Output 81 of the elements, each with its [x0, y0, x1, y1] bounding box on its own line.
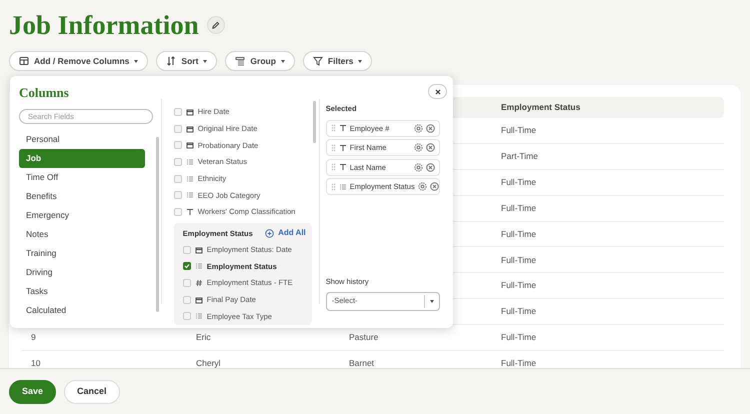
- edit-button[interactable]: [206, 16, 225, 34]
- table-cell-text: Pasture: [348, 331, 380, 344]
- calendar-icon: [186, 108, 194, 116]
- category-item[interactable]: Driving: [19, 262, 145, 282]
- save-button[interactable]: Save: [9, 380, 56, 404]
- table-cell-text: Full-Time: [500, 124, 538, 137]
- text-type-icon: [338, 124, 347, 132]
- pencil-icon: [211, 20, 220, 30]
- table-cell-text: Full-Time: [500, 254, 538, 266]
- remove-icon: [426, 124, 435, 133]
- list-icon: [194, 262, 203, 270]
- toolbar-button[interactable]: Sort: [156, 51, 218, 71]
- table-cell-text: Cheryl: [195, 357, 222, 368]
- gear-icon: [418, 182, 427, 192]
- calendar-icon: [186, 141, 194, 150]
- text-type-icon: [338, 163, 347, 172]
- table-cell-text: Full-Time: [500, 305, 538, 318]
- table-cell-text: Full-Time: [500, 228, 538, 240]
- text-type-icon: [338, 144, 347, 152]
- calendar-icon: [194, 296, 203, 304]
- drag-handle-icon: [330, 163, 336, 172]
- columns-icon: [19, 56, 29, 66]
- category-item[interactable]: Tasks: [19, 282, 145, 300]
- filter-icon: [312, 56, 323, 66]
- caret-icon: [358, 60, 362, 62]
- list-icon: [338, 182, 347, 191]
- checkbox[interactable]: [182, 262, 191, 270]
- calendar-icon: [186, 124, 194, 133]
- gear-icon: [414, 162, 423, 172]
- gear-icon: [414, 124, 423, 133]
- text-type-icon: [186, 208, 194, 216]
- toolbar-button[interactable]: Group: [225, 51, 295, 71]
- table-cell-text: Full-Time: [500, 331, 538, 344]
- table-cell-text: Full-Time: [500, 176, 538, 189]
- caret-icon: [280, 60, 285, 62]
- popup-title: Columns: [19, 85, 69, 101]
- table-cell-text: Full-Time: [500, 357, 538, 368]
- drag-handle-icon: [330, 144, 336, 152]
- close-icon: [434, 88, 440, 94]
- drag-handle-icon: [330, 182, 336, 191]
- scrollbar[interactable]: [312, 100, 316, 142]
- category-item[interactable]: Time Off: [19, 168, 145, 186]
- scrollbar[interactable]: [156, 136, 159, 312]
- remove-icon: [430, 182, 439, 192]
- table-cell-text: 9: [30, 331, 37, 344]
- caret-icon: [430, 300, 434, 302]
- caret-icon: [203, 60, 208, 62]
- calendar-icon: [194, 246, 203, 254]
- table-cell-text: Full-Time: [500, 279, 538, 292]
- list-icon: [186, 191, 194, 200]
- plus-icon: [265, 228, 274, 238]
- category-item[interactable]: Training: [19, 244, 145, 262]
- table-cell-text: Full-Time: [500, 202, 538, 214]
- remove-icon: [426, 162, 435, 172]
- add-all-link[interactable]: Add All: [265, 227, 306, 240]
- category-item[interactable]: Personal: [19, 130, 145, 148]
- category-item[interactable]: Emergency: [19, 206, 145, 224]
- drag-handle-icon: [330, 124, 336, 132]
- toolbar-button[interactable]: Add / Remove Columns: [9, 51, 148, 71]
- table-cell-text: Part-Time: [500, 150, 539, 163]
- table-cell-text: Eric: [195, 331, 212, 344]
- column-header: Employment Status: [500, 101, 582, 114]
- caret-icon: [134, 60, 138, 62]
- page-title: Job Information: [9, 12, 199, 38]
- hash-icon: [194, 279, 203, 288]
- table-cell-text: 10: [30, 357, 42, 368]
- remove-icon: [426, 143, 435, 152]
- toolbar-button[interactable]: Filters: [302, 51, 372, 71]
- cancel-button[interactable]: Cancel: [64, 380, 120, 404]
- gear-icon: [414, 143, 423, 152]
- close-button[interactable]: [428, 84, 447, 99]
- group-icon: [235, 56, 246, 66]
- category-item[interactable]: Notes: [19, 224, 145, 244]
- category-item[interactable]: Calculated: [19, 300, 145, 320]
- category-item[interactable]: Job: [19, 148, 145, 168]
- list-icon: [194, 312, 203, 320]
- category-item[interactable]: Benefits: [19, 186, 145, 206]
- list-icon: [186, 174, 194, 183]
- list-icon: [186, 158, 194, 166]
- table-cell-text: Barnet: [348, 357, 376, 368]
- sort-icon: [166, 56, 176, 66]
